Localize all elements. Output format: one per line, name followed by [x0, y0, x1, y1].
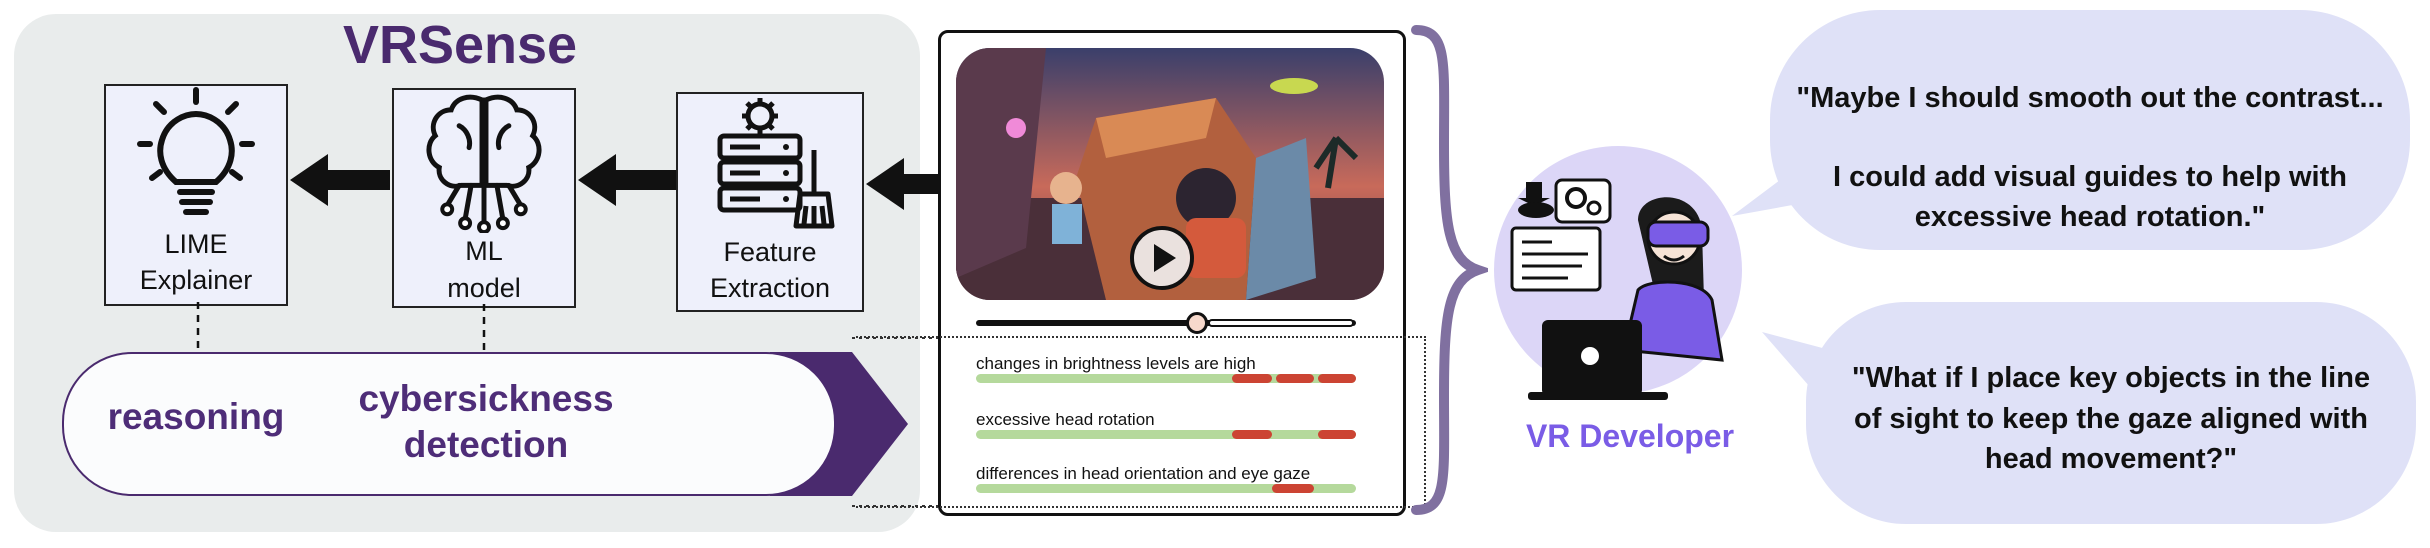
ml-label-2: model [447, 272, 521, 303]
quote1-line-1: "Maybe I should smooth out the contrast.… [1796, 82, 2384, 114]
feature-bar-brightness [976, 374, 1356, 383]
feature-extraction-box: Feature Extraction [676, 92, 864, 312]
curly-brace [1411, 25, 1488, 515]
video-progress-remaining [1208, 319, 1354, 327]
vr-developer-illustration [1494, 146, 1742, 400]
vr-developer-label: VR Developer [1525, 418, 1735, 454]
quote2-line-1: "What if I place key objects in the line [1851, 362, 2371, 394]
ml-model-box: ML model [392, 88, 576, 308]
feature-label-gaze: differences in head orientation and eye … [976, 464, 1311, 483]
quote1-line-3: excessive head rotation." [1914, 201, 2266, 234]
detection-line-2: detection [403, 424, 569, 466]
alert-segment [1232, 374, 1272, 383]
feature-label-brightness: changes in brightness levels are high [976, 354, 1256, 373]
feature-bar-head-rotation [976, 430, 1356, 439]
lime-label-2: Explainer [139, 265, 253, 296]
feature-label-head-rotation: excessive head rotation [976, 410, 1155, 429]
quote2-line-3: head movement?" [1984, 443, 2238, 476]
alert-segment [1318, 374, 1356, 383]
lightbulb-icon [137, 87, 255, 215]
server-broom-icon [717, 98, 835, 229]
lime-explainer-box: LIME Explainer [104, 84, 288, 306]
detection-text: cybersickness detection [336, 376, 636, 469]
alert-segment [1232, 430, 1272, 439]
alert-segment [1272, 484, 1314, 493]
alert-segment [1276, 374, 1314, 383]
play-button[interactable] [1130, 226, 1194, 290]
quote1-line-2: I could add visual guides to help with [1833, 160, 2347, 193]
brain-circuit-icon [426, 94, 542, 234]
vrsense-title: VRSense [342, 15, 578, 75]
lime-label-1: LIME [164, 229, 228, 259]
feature-bar-gaze [976, 484, 1356, 493]
quote2-line-2: of sight to keep the gaze aligned with [1854, 402, 2368, 435]
detection-line-1: cybersickness [358, 378, 614, 419]
ml-label-1: ML [465, 236, 503, 267]
feature-label-1: Feature [723, 237, 817, 267]
video-progress-handle[interactable] [1186, 312, 1208, 334]
speech-bubble-2: "What if I place key objects in the line… [1806, 302, 2416, 524]
arrow-feature-to-ml [578, 154, 676, 206]
arrow-ml-to-lime [290, 154, 390, 206]
play-icon [1154, 244, 1176, 272]
reasoning-text: reasoning [107, 396, 285, 437]
alert-segment [1318, 430, 1356, 439]
speech-bubble-1: "Maybe I should smooth out the contrast.… [1770, 10, 2410, 250]
feature-label-2: Extraction [709, 273, 831, 304]
